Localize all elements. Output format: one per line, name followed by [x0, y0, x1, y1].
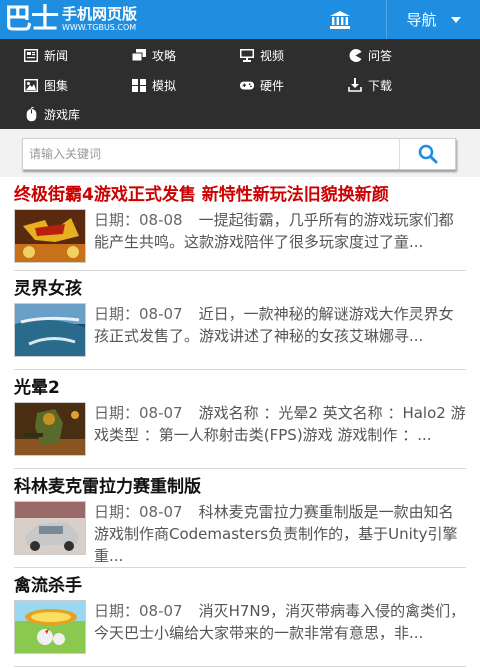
- article-title[interactable]: 终极街霸4游戏正式发售 新特性新玩法旧貌换新颜: [14, 182, 466, 208]
- search-button[interactable]: [399, 139, 455, 169]
- app-header: 巴士 手机网页版 WWW.TGBUS.COM 导航: [0, 0, 480, 39]
- bank-icon: [330, 10, 350, 29]
- search-bar: [0, 129, 480, 177]
- nav-label: 导航: [406, 11, 437, 29]
- menu-item-video[interactable]: 视频: [240, 40, 284, 70]
- article-date: 日期：08-07: [94, 503, 183, 521]
- article-title[interactable]: 禽流杀手: [14, 573, 466, 599]
- joystick-icon: [132, 78, 146, 92]
- album-icon: [24, 78, 38, 92]
- site-logo[interactable]: 巴士 手机网页版 WWW.TGBUS.COM: [4, 3, 137, 35]
- category-menu: 新闻 攻略 视频 问答 图集 模拟 硬件 下载 游戏库: [0, 39, 480, 129]
- menu-item-game-library[interactable]: 游戏库: [24, 99, 80, 129]
- article-thumbnail[interactable]: [14, 209, 86, 263]
- mouse-icon: [24, 106, 38, 121]
- article-item[interactable]: 科林麦克雷拉力赛重制版 日期：08-07 科林麦克雷拉力赛重制版是一款由知名游戏制…: [14, 469, 466, 568]
- article-date: 日期：08-07: [94, 602, 183, 620]
- caret-down-icon: [450, 16, 461, 23]
- article-title[interactable]: 灵界女孩: [14, 276, 466, 302]
- article-thumbnail[interactable]: [14, 402, 86, 456]
- logo-sub-text: 手机网页版: [62, 4, 138, 23]
- monitor-icon: [240, 48, 254, 62]
- menu-item-news[interactable]: 新闻: [24, 40, 68, 70]
- article-item[interactable]: 灵界女孩 日期：08-07 近日，一款神秘的解谜游戏大作灵界女孩正式发售了。游戏讲…: [14, 271, 466, 370]
- article-date: 日期：08-08: [94, 211, 183, 229]
- menu-item-guides[interactable]: 攻略: [132, 40, 176, 70]
- search-icon: [418, 144, 437, 164]
- pacman-icon: [348, 48, 362, 62]
- menu-item-hardware[interactable]: 硬件: [240, 70, 284, 100]
- article-thumbnail[interactable]: [14, 501, 86, 555]
- article-thumbnail[interactable]: [14, 303, 86, 357]
- menu-item-gallery[interactable]: 图集: [24, 70, 68, 100]
- copy-icon: [132, 48, 146, 62]
- nav-menu-toggle[interactable]: 导航: [386, 0, 480, 39]
- search-box: [22, 138, 456, 170]
- menu-item-qa[interactable]: 问答: [348, 40, 392, 70]
- gamepad-icon: [240, 78, 254, 92]
- menu-item-emulator[interactable]: 模拟: [132, 70, 176, 100]
- search-input[interactable]: [23, 139, 399, 169]
- article-item[interactable]: 终极街霸4游戏正式发售 新特性新玩法旧貌换新颜 日期：08-08 一提起街霸，几乎…: [14, 177, 466, 271]
- article-date: 日期：08-07: [94, 404, 183, 422]
- home-button[interactable]: [310, 0, 370, 39]
- article-list: 终极街霸4游戏正式发售 新特性新玩法旧貌换新颜 日期：08-08 一提起街霸，几乎…: [0, 177, 480, 667]
- menu-item-download[interactable]: 下载: [348, 70, 392, 100]
- logo-url-text: WWW.TGBUS.COM: [62, 22, 137, 32]
- logo-main-text: 巴士: [4, 2, 59, 35]
- article-item[interactable]: 光晕2 日期：08-07 游戏名称 ：光晕2 英文名称 ：Halo2 游戏类型 ：…: [14, 370, 466, 469]
- article-title[interactable]: 科林麦克雷拉力赛重制版: [14, 474, 466, 500]
- article-item[interactable]: 禽流杀手 日期：08-07 消灭H7N9，消灭带病毒入侵的禽类们，今天巴士小编给大…: [14, 568, 466, 667]
- article-date: 日期：08-07: [94, 305, 183, 323]
- download-icon: [348, 78, 362, 92]
- article-thumbnail[interactable]: [14, 600, 86, 654]
- article-title[interactable]: 光晕2: [14, 375, 466, 401]
- news-icon: [24, 48, 38, 62]
